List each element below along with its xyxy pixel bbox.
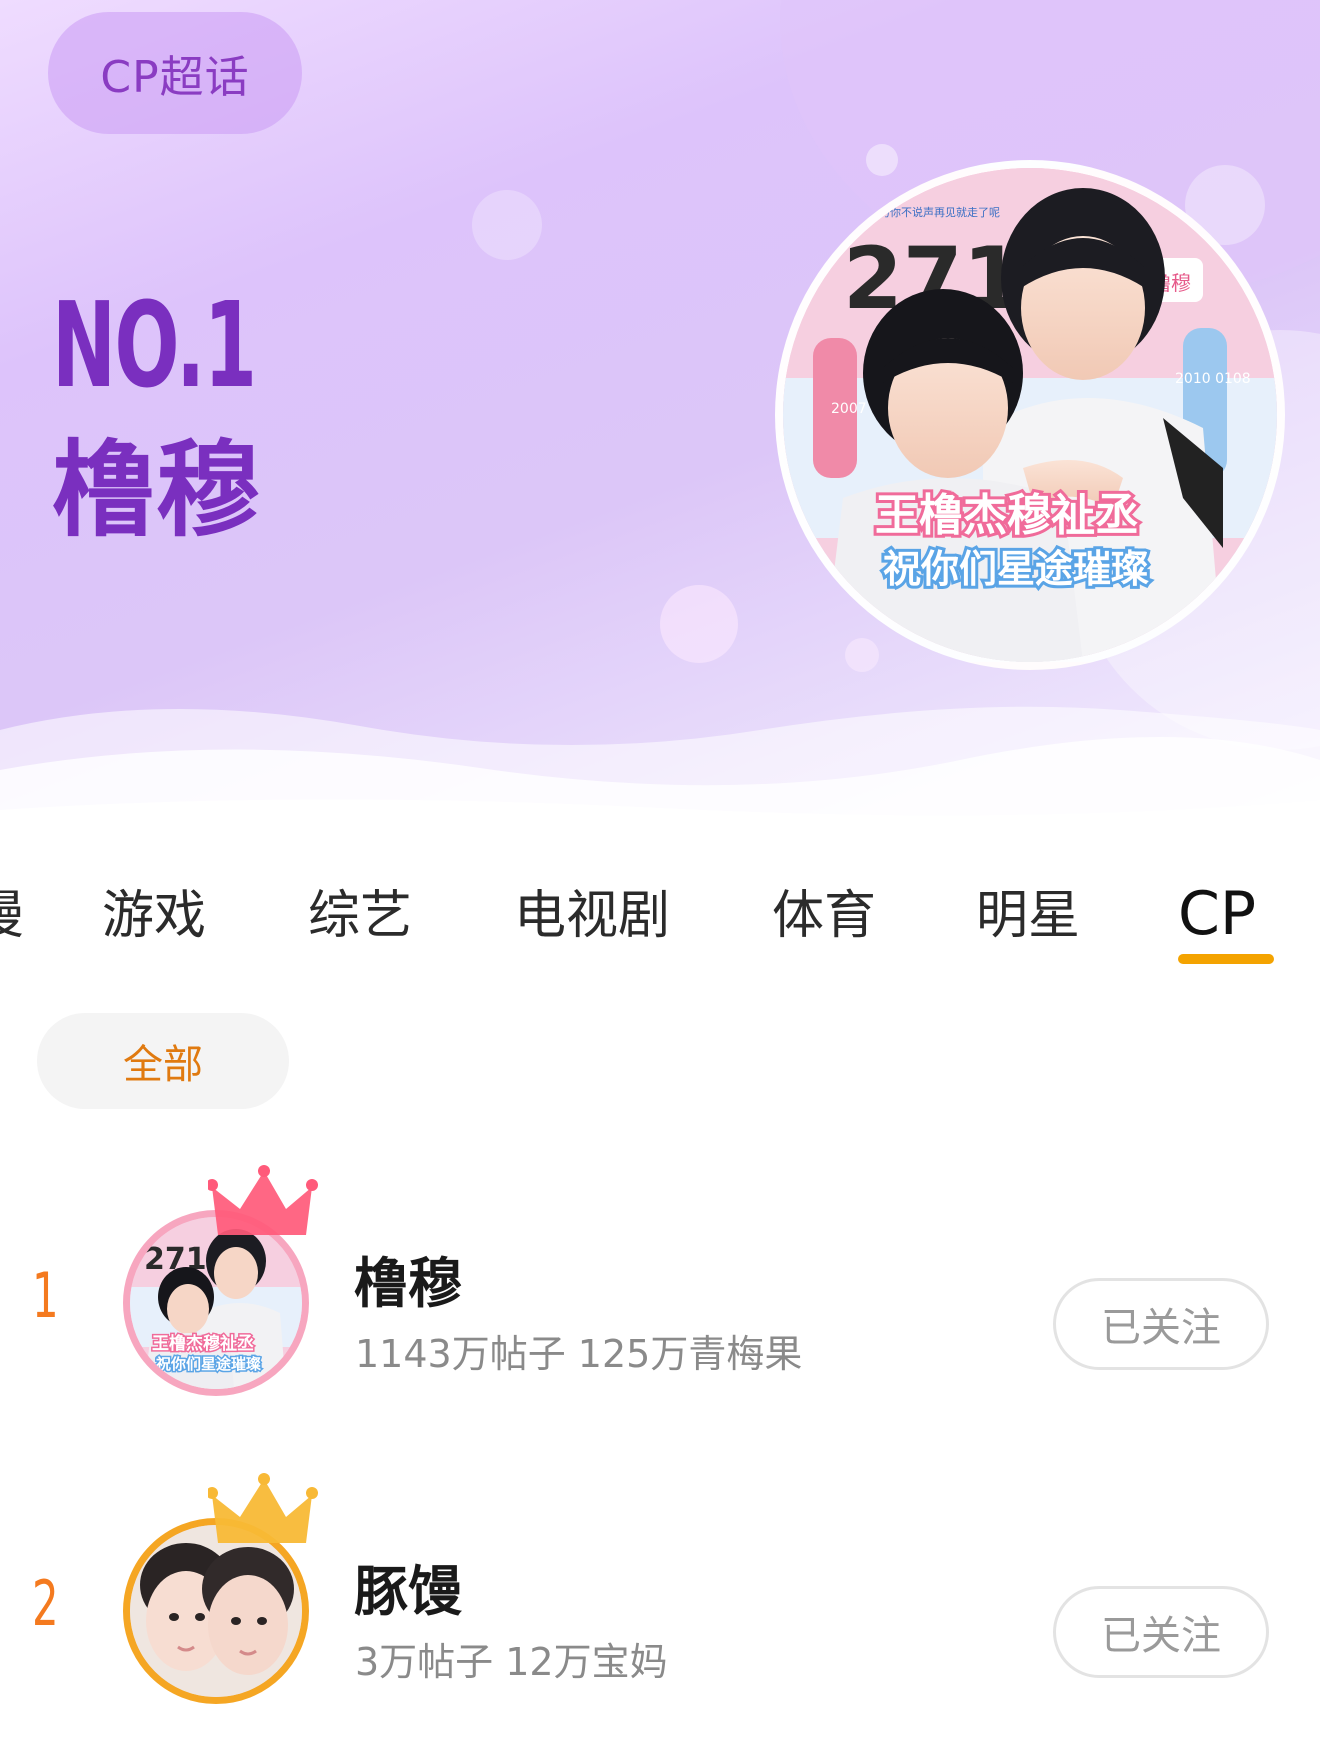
followed-label: 已关注 <box>1101 1305 1221 1351</box>
wave-divider <box>0 706 1320 840</box>
rank-number: 2 <box>32 1567 59 1640</box>
crown-icon <box>208 1473 318 1543</box>
avatar-caption-line2: 祝你们星途璀璨 <box>883 547 1149 591</box>
tab-anime[interactable]: 漫 <box>0 890 24 942</box>
bg-bubble <box>660 585 738 663</box>
cp-stats: 1143万帖子 125万青梅果 <box>355 1332 803 1376</box>
filter-all-label: 全部 <box>123 1042 203 1088</box>
bg-bubble <box>472 190 542 260</box>
tab-sports[interactable]: 体育 <box>772 890 876 942</box>
filter-all-chip[interactable]: 全部 <box>37 1013 289 1109</box>
rank-avatar[interactable]: 2711 王橹杰穆祉丞 祝你们星途璀璨 <box>120 1165 320 1396</box>
category-tabs: 漫 游戏 综艺 电视剧 体育 明星 CP <box>0 880 1320 980</box>
avatar-caption-line1: 王橹杰穆祉丞 <box>875 490 1139 541</box>
bg-bubble <box>845 638 879 672</box>
cp-chip-label: CP超话 <box>100 52 250 103</box>
followed-label: 已关注 <box>1101 1613 1221 1659</box>
tab-games[interactable]: 游戏 <box>102 890 206 942</box>
cp-super-topic-chip[interactable]: CP超话 <box>48 12 302 134</box>
rank-number: 1 <box>32 1259 59 1332</box>
active-tab-indicator <box>1178 954 1274 964</box>
tab-variety[interactable]: 综艺 <box>308 890 412 942</box>
top-cp-avatar[interactable]: 2711 努力你不说声再见就走了呢 橹穆 2007 1116 2010 0108… <box>775 160 1285 670</box>
rank-label: NO.1 <box>52 276 257 414</box>
rank-avatar[interactable] <box>120 1473 320 1704</box>
avatar-top-note: 努力你不说声再见就走了呢 <box>868 205 1000 219</box>
cp-name[interactable]: 豚馒 <box>354 1565 462 1619</box>
ranking-row[interactable]: 1 2711 王橹杰穆祉丞 祝你们星途璀璨 橹穆 1143万帖子 125万青梅果… <box>0 1165 1320 1396</box>
tab-cp[interactable]: CP <box>1178 884 1256 944</box>
avatar-image: 2711 努力你不说声再见就走了呢 橹穆 2007 1116 2010 0108… <box>783 168 1277 662</box>
bg-bubble <box>866 144 898 176</box>
tab-tv-drama[interactable]: 电视剧 <box>514 890 670 942</box>
hero-banner: CP超话 NO.1 橹穆 2711 努力你不说声再见就走了呢 橹穆 2007 1… <box>0 0 1320 840</box>
crown-icon <box>208 1165 318 1235</box>
avatar-caption-line1: 王橹杰穆祉丞 <box>152 1333 254 1354</box>
followed-button[interactable]: 已关注 <box>1053 1586 1269 1678</box>
cp-name[interactable]: 橹穆 <box>354 1257 462 1311</box>
top-cp-name: 橹穆 <box>52 429 261 551</box>
avatar-caption-line2: 祝你们星途璀璨 <box>156 1355 262 1373</box>
ranking-row[interactable]: 2 豚馒 3万帖子 12万宝妈 已关注 <box>0 1473 1320 1704</box>
avatar-right-date: 2010 0108 <box>1175 371 1251 387</box>
followed-button[interactable]: 已关注 <box>1053 1278 1269 1370</box>
tab-stars[interactable]: 明星 <box>976 890 1080 942</box>
cp-stats: 3万帖子 12万宝妈 <box>355 1640 668 1684</box>
